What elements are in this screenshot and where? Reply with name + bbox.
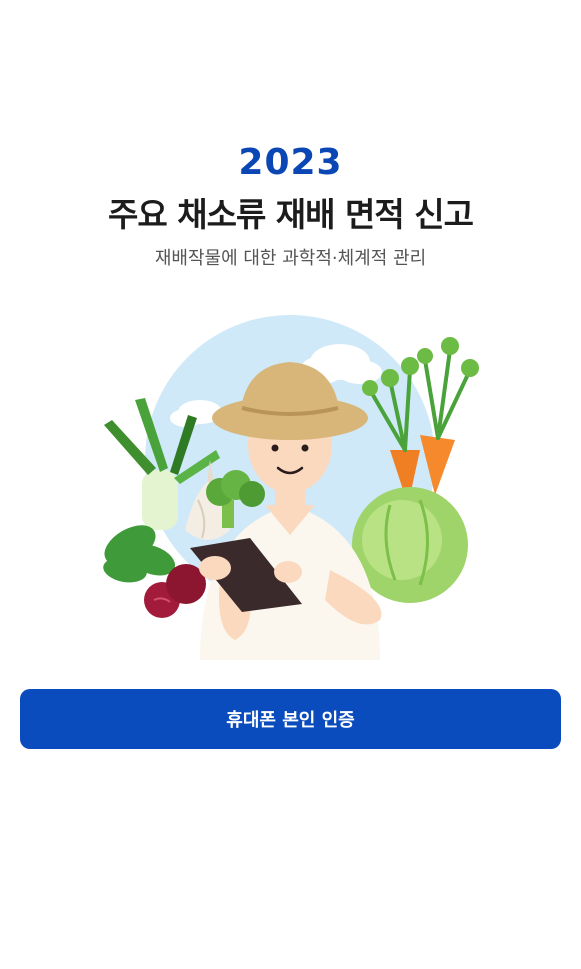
phone-verification-button[interactable]: 휴대폰 본인 인증 [20,689,561,749]
year-label: 2023 [238,142,343,183]
farmer-with-vegetables-icon [103,315,479,660]
intro-screen: 2023 주요 채소류 재배 면적 신고 재배작물에 대한 과학적·체계적 관리 [0,0,581,969]
page-subtitle: 재배작물에 대한 과학적·체계적 관리 [154,248,427,269]
farmer-illustration [90,300,490,660]
page-title: 주요 채소류 재배 면적 신고 [108,195,474,234]
